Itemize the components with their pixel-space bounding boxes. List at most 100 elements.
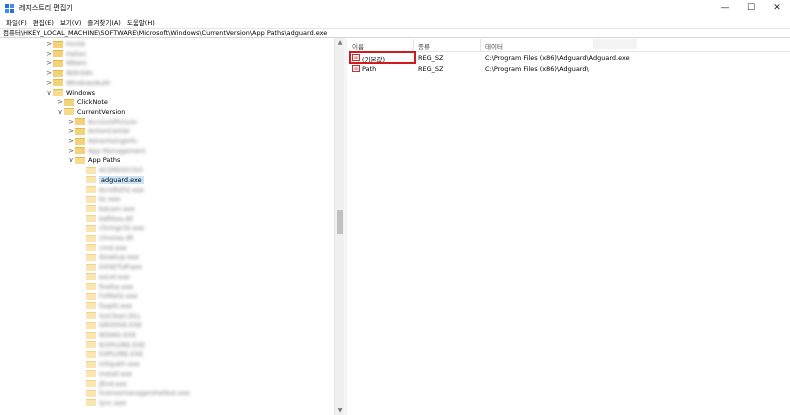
tree-node-label: Wbem [66, 59, 87, 68]
folder-icon [86, 350, 96, 358]
tree-node[interactable]: infopath.exe [78, 359, 140, 369]
chevron-down-icon[interactable]: ∨ [45, 89, 53, 97]
tree-node[interactable]: DXSETUP.exe [78, 262, 142, 272]
tree-node[interactable]: FxMail2.exe [78, 291, 138, 301]
chevron-right-icon[interactable]: > [45, 79, 53, 87]
chevron-right-icon[interactable]: > [56, 98, 64, 106]
tree-node-label: DXSETUP.exe [99, 263, 142, 272]
tree-node[interactable]: install.exe [78, 369, 132, 379]
chevron-down-icon[interactable]: ∨ [56, 108, 64, 116]
column-divider[interactable] [480, 39, 481, 51]
chevron-right-icon[interactable]: > [67, 137, 75, 145]
column-header-name[interactable]: 이름 [352, 41, 364, 51]
string-value-icon: ab [352, 65, 360, 72]
column-header-data[interactable]: 데이터 [485, 41, 503, 51]
tree-node[interactable]: > App Management [67, 146, 146, 156]
tree-node[interactable]: > WdnSdn [45, 68, 93, 78]
folder-icon [86, 380, 96, 387]
menu-view[interactable]: 보기(V) [57, 17, 84, 27]
menu-help[interactable]: 도움말(H) [124, 17, 158, 27]
tree-node-label: install.exe [99, 369, 133, 378]
chevron-right-icon[interactable]: > [67, 127, 75, 135]
folder-icon [75, 127, 85, 135]
tree-node[interactable]: dxsetup.exe [78, 252, 139, 262]
tree-node[interactable]: ∨ CurrentVersion [56, 107, 125, 117]
tree-node[interactable]: AcroRd32.exe [78, 185, 144, 195]
chevron-right-icon[interactable]: > [45, 40, 53, 48]
tree-node[interactable]: chrome.dll [78, 233, 133, 243]
folder-icon [53, 59, 63, 67]
column-divider[interactable] [413, 39, 414, 51]
value-data: C:\Program Files (x86)\Adguard\ [485, 65, 589, 73]
tree-node[interactable]: bdfiltes.dll [78, 214, 133, 224]
menu-favorites[interactable]: 즐겨찾기(A) [84, 17, 123, 27]
tree-node[interactable]: > Halian [45, 49, 87, 59]
menu-edit[interactable]: 편집(E) [30, 17, 57, 27]
tree-node[interactable]: cmd.exe [78, 243, 127, 253]
tree-node[interactable]: adguard.exe [78, 175, 144, 185]
tree-node[interactable]: bdcam.exe [78, 204, 135, 214]
chevron-down-icon[interactable]: ∨ [67, 156, 75, 164]
value-name: Path [362, 65, 377, 73]
tree-node-label: bdfiltes.dll [99, 214, 133, 223]
tree-node[interactable]: excel.exe [78, 272, 130, 282]
tree-node[interactable]: > AdvertisingInfo [67, 136, 137, 146]
folder-icon [86, 389, 96, 397]
tree-node[interactable]: GoClean.DLL [78, 311, 141, 321]
value-row-path[interactable]: ab Path REG_SZ C:\Program Files (x86)\Ad… [347, 64, 790, 74]
tree-node[interactable]: firefox.exe [78, 282, 133, 292]
folder-icon [75, 147, 85, 155]
tree-node-label: EXPLORE.EXE [99, 350, 144, 359]
value-type: REG_SZ [418, 65, 444, 73]
tree-node[interactable]: ∨ App Paths [67, 155, 120, 165]
folder-icon [86, 312, 96, 320]
tree-node[interactable]: ∨ Windows [45, 88, 95, 98]
tree-node[interactable]: > Hvmb [45, 39, 85, 49]
red-highlight-annotation [349, 51, 416, 64]
folder-icon [86, 215, 96, 223]
tree-node[interactable]: > WindowsAuth [45, 78, 110, 88]
tree-node[interactable]: bc.exe [78, 194, 120, 204]
value-data: C:\Program Files (x86)\Adguard\Adguard.e… [485, 54, 630, 62]
tree-node-label: ClickNote [77, 98, 108, 107]
tree-node[interactable]: IEDIAG.EXE [78, 330, 136, 340]
chevron-right-icon[interactable]: > [67, 118, 75, 126]
tree-node-label: dxsetup.exe [99, 253, 139, 262]
tree-node[interactable]: > AccountPicture [67, 117, 137, 127]
tree-node[interactable]: IEXPLORE.EXE [78, 340, 145, 350]
maximize-button[interactable]: ☐ [738, 0, 764, 16]
tree-node[interactable]: fzsplit.exe [78, 301, 132, 311]
chevron-right-icon[interactable]: > [45, 69, 53, 77]
tree-node[interactable]: jfind.exe [78, 379, 127, 389]
tree-node[interactable]: EXPLORE.EXE [78, 349, 143, 359]
column-header-type[interactable]: 종류 [418, 41, 430, 51]
tree-node[interactable]: licensemanagershellext.exe [78, 388, 190, 398]
tree-node[interactable]: > ActionCenter [67, 126, 130, 136]
tree-node[interactable]: chrmgr32.exe [78, 223, 144, 233]
registry-tree[interactable]: > Hvmb > Halian > Wbem > WdnSdn > WindowsAuth ∨ Win… [0, 38, 338, 415]
scroll-thumb[interactable] [337, 210, 343, 234]
tree-scrollbar[interactable]: ▲ ▼ [334, 38, 344, 415]
folder-icon [86, 273, 96, 281]
chevron-right-icon[interactable]: > [45, 50, 53, 58]
tree-node[interactable]: > ClickNote [56, 97, 108, 107]
tree-node-label: WdnSdn [66, 69, 94, 78]
tree-node-label: licensemanagershellext.exe [99, 389, 190, 398]
chevron-right-icon[interactable]: > [67, 147, 75, 155]
folder-icon [86, 292, 96, 300]
tree-node-label: IEDIAG.EXE [99, 331, 137, 339]
menu-file[interactable]: 파일(F) [3, 17, 30, 27]
tree-node[interactable]: ACDREDCOUI [78, 165, 143, 175]
header-blank-area [593, 39, 637, 49]
tree-node-label: bc.exe [99, 195, 121, 204]
tree-node[interactable]: lync.exe [78, 398, 126, 408]
tree-node[interactable]: > Wbem [45, 58, 87, 68]
tree-node-label: lync.exe [99, 398, 126, 407]
close-button[interactable]: ✕ [764, 0, 790, 16]
values-list: 이름 종류 데이터 ab (기본값) REG_SZ C:\Program Fil… [347, 38, 790, 415]
tree-node[interactable]: GROOVE.EXE [78, 320, 142, 330]
address-bar[interactable]: 컴퓨터\HKEY_LOCAL_MACHINE\SOFTWARE\Microsof… [0, 28, 790, 38]
minimize-button[interactable]: — [712, 0, 738, 16]
chevron-right-icon[interactable]: > [45, 59, 53, 67]
folder-icon [53, 89, 63, 96]
